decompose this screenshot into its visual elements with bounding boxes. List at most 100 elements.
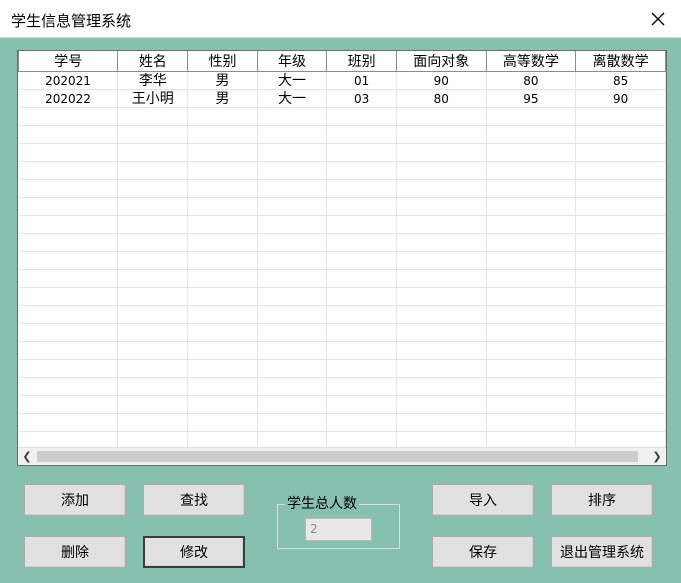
empty-cell <box>18 233 119 252</box>
table-cell[interactable]: 男 <box>187 71 258 90</box>
empty-row <box>18 143 666 162</box>
table-cell[interactable]: 95 <box>486 89 577 108</box>
empty-row <box>18 215 666 234</box>
empty-row <box>18 107 666 126</box>
table-cell[interactable]: 大一 <box>257 71 328 90</box>
table-cell[interactable]: 王小明 <box>117 89 189 108</box>
empty-row <box>18 413 666 432</box>
delete-button[interactable]: 删除 <box>24 536 126 568</box>
empty-row <box>18 269 666 288</box>
empty-cell <box>326 395 397 414</box>
empty-cell <box>257 233 328 252</box>
empty-cell <box>396 359 487 378</box>
empty-cell <box>326 125 397 144</box>
empty-cell <box>396 107 487 126</box>
table-cell[interactable]: 80 <box>396 89 487 108</box>
empty-cell <box>486 143 577 162</box>
empty-cell <box>257 395 328 414</box>
column-header[interactable]: 离散数学 <box>575 51 666 72</box>
empty-cell <box>396 179 487 198</box>
scroll-left-arrow-icon[interactable]: ❮ <box>18 448 36 465</box>
empty-cell <box>187 197 258 216</box>
empty-cell <box>117 395 189 414</box>
sort-button[interactable]: 排序 <box>551 484 653 516</box>
empty-cell <box>326 359 397 378</box>
empty-cell <box>575 413 666 432</box>
empty-rows <box>18 107 666 450</box>
empty-cell <box>575 287 666 306</box>
empty-cell <box>326 233 397 252</box>
empty-cell <box>486 269 577 288</box>
empty-cell <box>396 287 487 306</box>
table-cell[interactable]: 大一 <box>257 89 328 108</box>
empty-cell <box>575 359 666 378</box>
empty-cell <box>18 143 119 162</box>
empty-row <box>18 125 666 144</box>
empty-cell <box>486 215 577 234</box>
table-row[interactable]: 202022 王小明 男 大一 03 80 95 90 <box>18 89 666 108</box>
empty-cell <box>396 341 487 360</box>
close-button[interactable] <box>645 6 671 32</box>
add-button[interactable]: 添加 <box>24 484 126 516</box>
modify-button[interactable]: 修改 <box>143 536 245 568</box>
empty-row <box>18 251 666 270</box>
table-cell[interactable]: 01 <box>326 71 397 90</box>
scrollbar-thumb[interactable] <box>37 451 638 462</box>
table-cell[interactable]: 85 <box>575 71 666 90</box>
import-button[interactable]: 导入 <box>432 484 534 516</box>
empty-cell <box>117 359 189 378</box>
empty-cell <box>187 143 258 162</box>
empty-cell <box>187 323 258 342</box>
column-header[interactable]: 年级 <box>256 51 328 72</box>
table-cell[interactable]: 03 <box>326 89 397 108</box>
empty-cell <box>575 197 666 216</box>
empty-cell <box>257 179 328 198</box>
table-cell[interactable]: 李华 <box>117 71 189 90</box>
empty-cell <box>575 161 666 180</box>
empty-cell <box>117 377 189 396</box>
table-cell[interactable]: 80 <box>486 71 577 90</box>
student-data-grid[interactable]: 学号 姓名 性别 年级 班别 面向对象 高等数学 离散数学 202021 李华 … <box>17 50 667 466</box>
table-cell[interactable]: 90 <box>575 89 666 108</box>
column-header[interactable]: 面向对象 <box>395 51 487 72</box>
empty-cell <box>257 143 328 162</box>
column-header[interactable]: 班别 <box>326 51 397 72</box>
empty-row <box>18 359 666 378</box>
column-header[interactable]: 姓名 <box>117 51 189 72</box>
empty-cell <box>187 107 258 126</box>
empty-cell <box>117 341 189 360</box>
table-cell[interactable]: 202021 <box>18 71 119 90</box>
empty-cell <box>486 413 577 432</box>
empty-cell <box>486 197 577 216</box>
empty-cell <box>18 323 119 342</box>
empty-cell <box>575 215 666 234</box>
column-header[interactable]: 性别 <box>187 51 258 72</box>
table-cell[interactable]: 男 <box>187 89 258 108</box>
exit-system-button[interactable]: 退出管理系统 <box>551 536 653 568</box>
empty-cell <box>117 215 189 234</box>
empty-cell <box>326 251 397 270</box>
scroll-right-arrow-icon[interactable]: ❯ <box>648 448 666 465</box>
empty-cell <box>257 161 328 180</box>
table-cell[interactable]: 90 <box>396 71 487 90</box>
empty-cell <box>326 377 397 396</box>
empty-cell <box>326 197 397 216</box>
empty-row <box>18 305 666 324</box>
empty-cell <box>257 287 328 306</box>
empty-cell <box>18 413 119 432</box>
empty-cell <box>326 215 397 234</box>
empty-cell <box>117 251 189 270</box>
empty-cell <box>187 179 258 198</box>
empty-cell <box>326 413 397 432</box>
empty-row <box>18 395 666 414</box>
table-cell[interactable]: 202022 <box>18 89 119 108</box>
column-header[interactable]: 学号 <box>18 51 119 72</box>
horizontal-scrollbar[interactable]: ❮ ❯ <box>18 447 666 465</box>
find-button[interactable]: 查找 <box>143 484 245 516</box>
table-row[interactable]: 202021 李华 男 大一 01 90 80 85 <box>18 71 666 90</box>
save-button[interactable]: 保存 <box>432 536 534 568</box>
empty-cell <box>326 341 397 360</box>
student-count-field: 2 <box>305 518 372 541</box>
column-header[interactable]: 高等数学 <box>485 51 577 72</box>
empty-cell <box>575 395 666 414</box>
